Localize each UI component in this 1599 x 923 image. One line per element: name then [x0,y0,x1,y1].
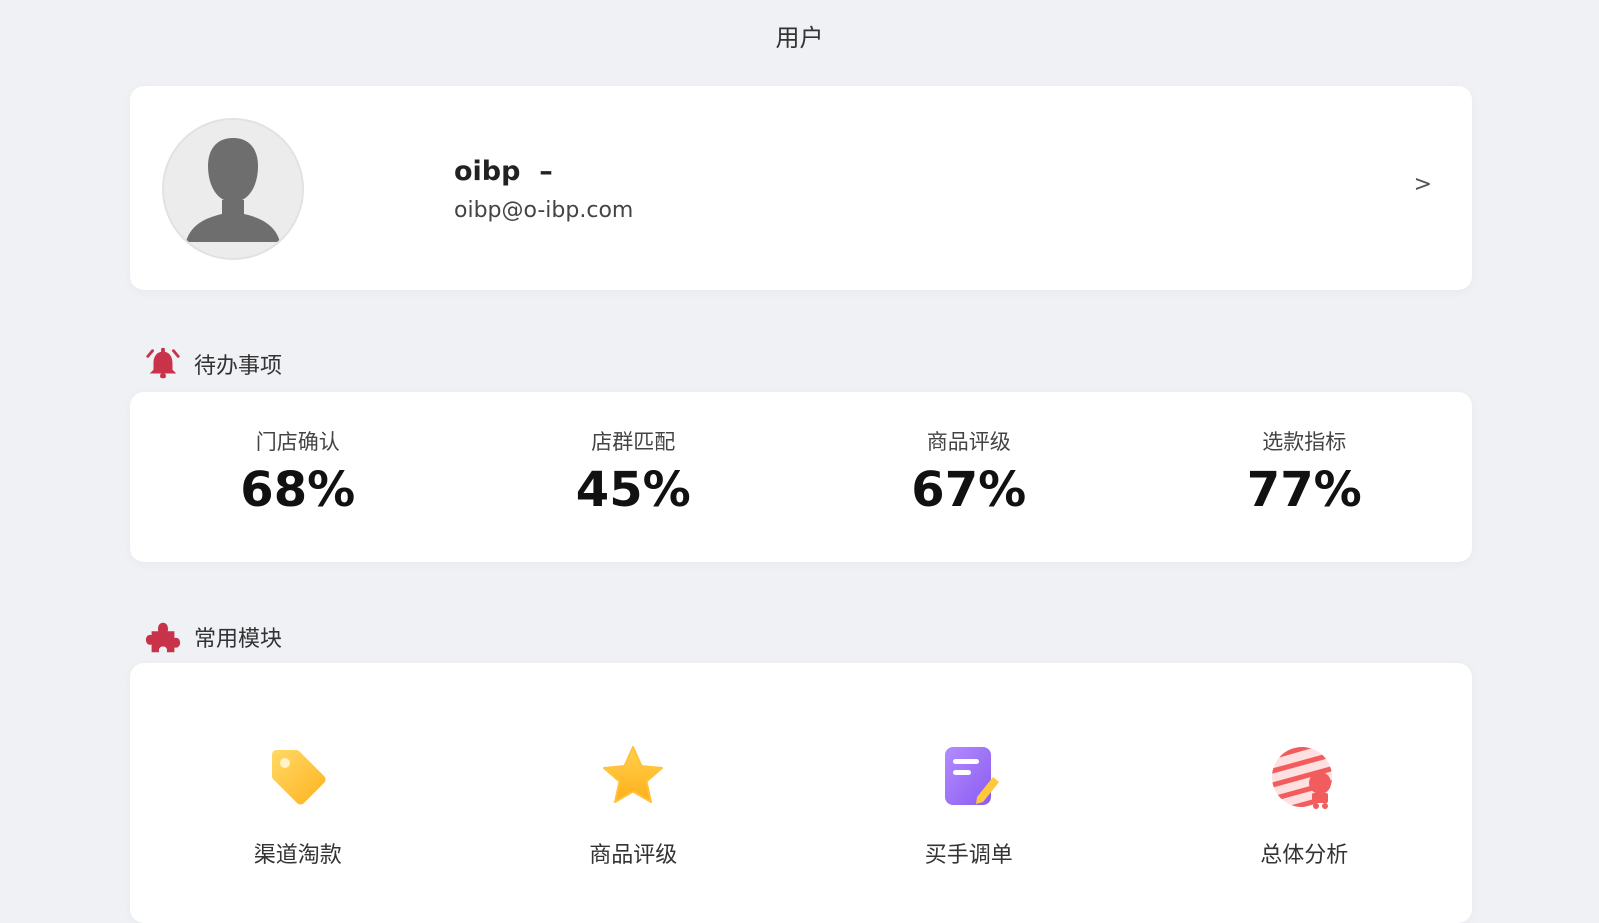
chevron-right-icon[interactable]: > [1414,172,1432,197]
user-name: oibp – [454,156,553,187]
stat-label: 店群匹配 [591,430,676,454]
tag-icon [271,750,326,805]
modules-section-header: 常用模块 [144,617,282,657]
todo-stat-store-confirm[interactable]: 门店确认 68% [130,392,466,562]
stat-value: 77% [1246,462,1362,518]
todo-stat-store-group-match[interactable]: 店群匹配 45% [466,392,802,562]
todo-section-header: 待办事项 [144,344,282,384]
stat-label: 商品评级 [926,430,1011,454]
analysis-globe-icon [1272,747,1333,809]
module-product-rating[interactable]: 商品评级 [466,663,802,869]
note-edit-icon [944,747,999,805]
profile-card[interactable]: oibp – oibp@o-ibp.com > [130,86,1472,290]
modules-card: 渠道淘款 商品评级 买手调单 总体分析 [130,663,1472,923]
todo-section-title: 待办事项 [194,354,283,379]
module-label: 渠道淘款 [253,843,342,868]
module-label: 总体分析 [1260,843,1349,868]
module-label: 买手调单 [924,843,1013,868]
stat-label: 选款指标 [1262,430,1347,454]
module-label: 商品评级 [589,843,678,868]
module-buyer-order[interactable]: 买手调单 [801,663,1137,869]
user-email: oibp@o-ibp.com [454,198,634,223]
module-channel-sourcing[interactable]: 渠道淘款 [130,663,466,869]
avatar [162,118,304,260]
alarm-bell-icon [146,347,180,379]
star-icon [603,746,664,803]
puzzle-piece-icon [145,622,181,653]
stat-value: 67% [911,462,1027,518]
todo-stat-selection-index[interactable]: 选款指标 77% [1137,392,1473,562]
module-overall-analysis[interactable]: 总体分析 [1137,663,1473,869]
page-title: 用户 [775,24,824,52]
todo-stat-product-rating[interactable]: 商品评级 67% [801,392,1137,562]
modules-section-title: 常用模块 [194,627,283,652]
stat-value: 68% [240,462,356,518]
todo-card: 门店确认 68% 店群匹配 45% 商品评级 67% 选款指标 77% [130,392,1472,562]
stat-value: 45% [575,462,691,518]
stat-label: 门店确认 [255,430,340,454]
user-silhouette-icon [164,120,302,258]
